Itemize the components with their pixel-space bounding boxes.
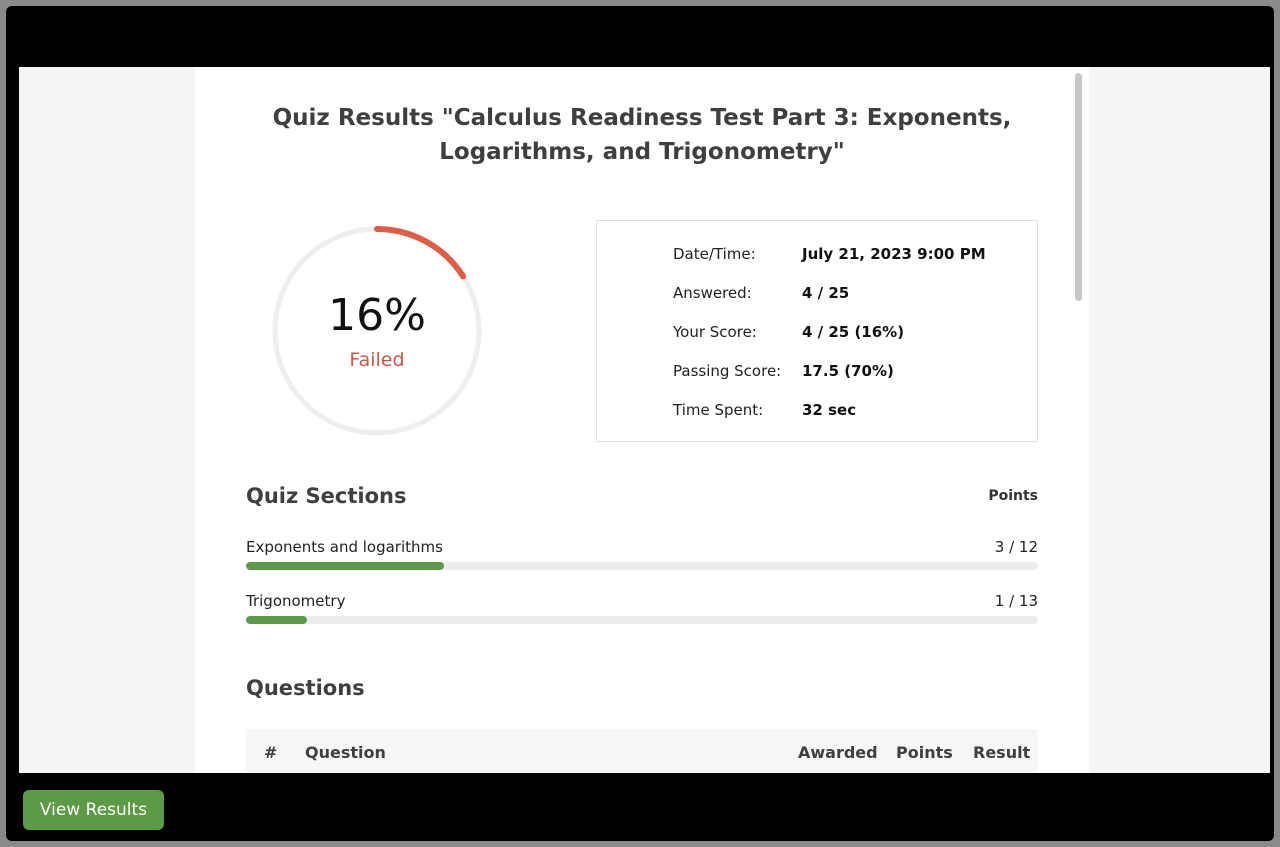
section-progress-track <box>246 562 1038 570</box>
stat-value: 17.5 (70%) <box>802 362 894 380</box>
stat-row-passing: Passing Score: 17.5 (70%) <box>673 359 1033 383</box>
sections-heading: Quiz Sections <box>246 484 407 508</box>
stat-row-datetime: Date/Time: July 21, 2023 9:00 PM <box>673 242 1033 266</box>
section-name: Exponents and logarithms <box>246 538 443 556</box>
stat-row-time: Time Spent: 32 sec <box>673 398 1033 422</box>
view-results-button[interactable]: View Results <box>23 790 164 830</box>
score-gauge: 16% Failed <box>271 225 483 437</box>
column-points: Points <box>896 743 953 762</box>
section-points: 1 / 13 <box>994 592 1038 610</box>
stat-value: 32 sec <box>802 401 857 419</box>
page-title: Quiz Results "Calculus Readiness Test Pa… <box>272 105 1012 165</box>
score-status: Failed <box>349 349 405 371</box>
stat-row-answered: Answered: 4 / 25 <box>673 281 1033 305</box>
stat-value: 4 / 25 <box>802 284 850 302</box>
column-number: # <box>264 743 278 762</box>
section-points: 3 / 12 <box>994 538 1038 556</box>
stat-value: July 21, 2023 9:00 PM <box>802 245 986 263</box>
questions-table-header: # Question Awarded Points Result <box>246 729 1038 773</box>
section-progress-fill <box>246 616 307 624</box>
stat-label: Passing Score: <box>673 362 782 380</box>
stat-row-score: Your Score: 4 / 25 (16%) <box>673 320 1033 344</box>
stat-label: Date/Time: <box>673 245 756 263</box>
app-frame: Quiz Results "Calculus Readiness Test Pa… <box>6 6 1274 841</box>
score-percent: 16% <box>328 290 426 341</box>
column-result: Result <box>973 743 1031 762</box>
stat-value: 4 / 25 (16%) <box>802 323 905 341</box>
stat-label: Your Score: <box>673 323 757 341</box>
section-trigonometry: Trigonometry 1 / 13 <box>246 592 1038 642</box>
scrollbar-thumb[interactable] <box>1075 73 1082 301</box>
stat-label: Time Spent: <box>673 401 764 419</box>
column-awarded: Awarded <box>798 743 878 762</box>
stat-label: Answered: <box>673 284 752 302</box>
section-progress-fill <box>246 562 444 570</box>
section-progress-track <box>246 616 1038 624</box>
points-column-heading: Points <box>988 488 1038 504</box>
section-exponents: Exponents and logarithms 3 / 12 <box>246 538 1038 588</box>
stats-panel: Date/Time: July 21, 2023 9:00 PM Answere… <box>596 220 1038 442</box>
results-viewport: Quiz Results "Calculus Readiness Test Pa… <box>19 67 1270 773</box>
column-question: Question <box>305 743 386 762</box>
results-panel: Quiz Results "Calculus Readiness Test Pa… <box>195 67 1089 773</box>
questions-heading: Questions <box>246 676 365 700</box>
section-name: Trigonometry <box>246 592 346 610</box>
